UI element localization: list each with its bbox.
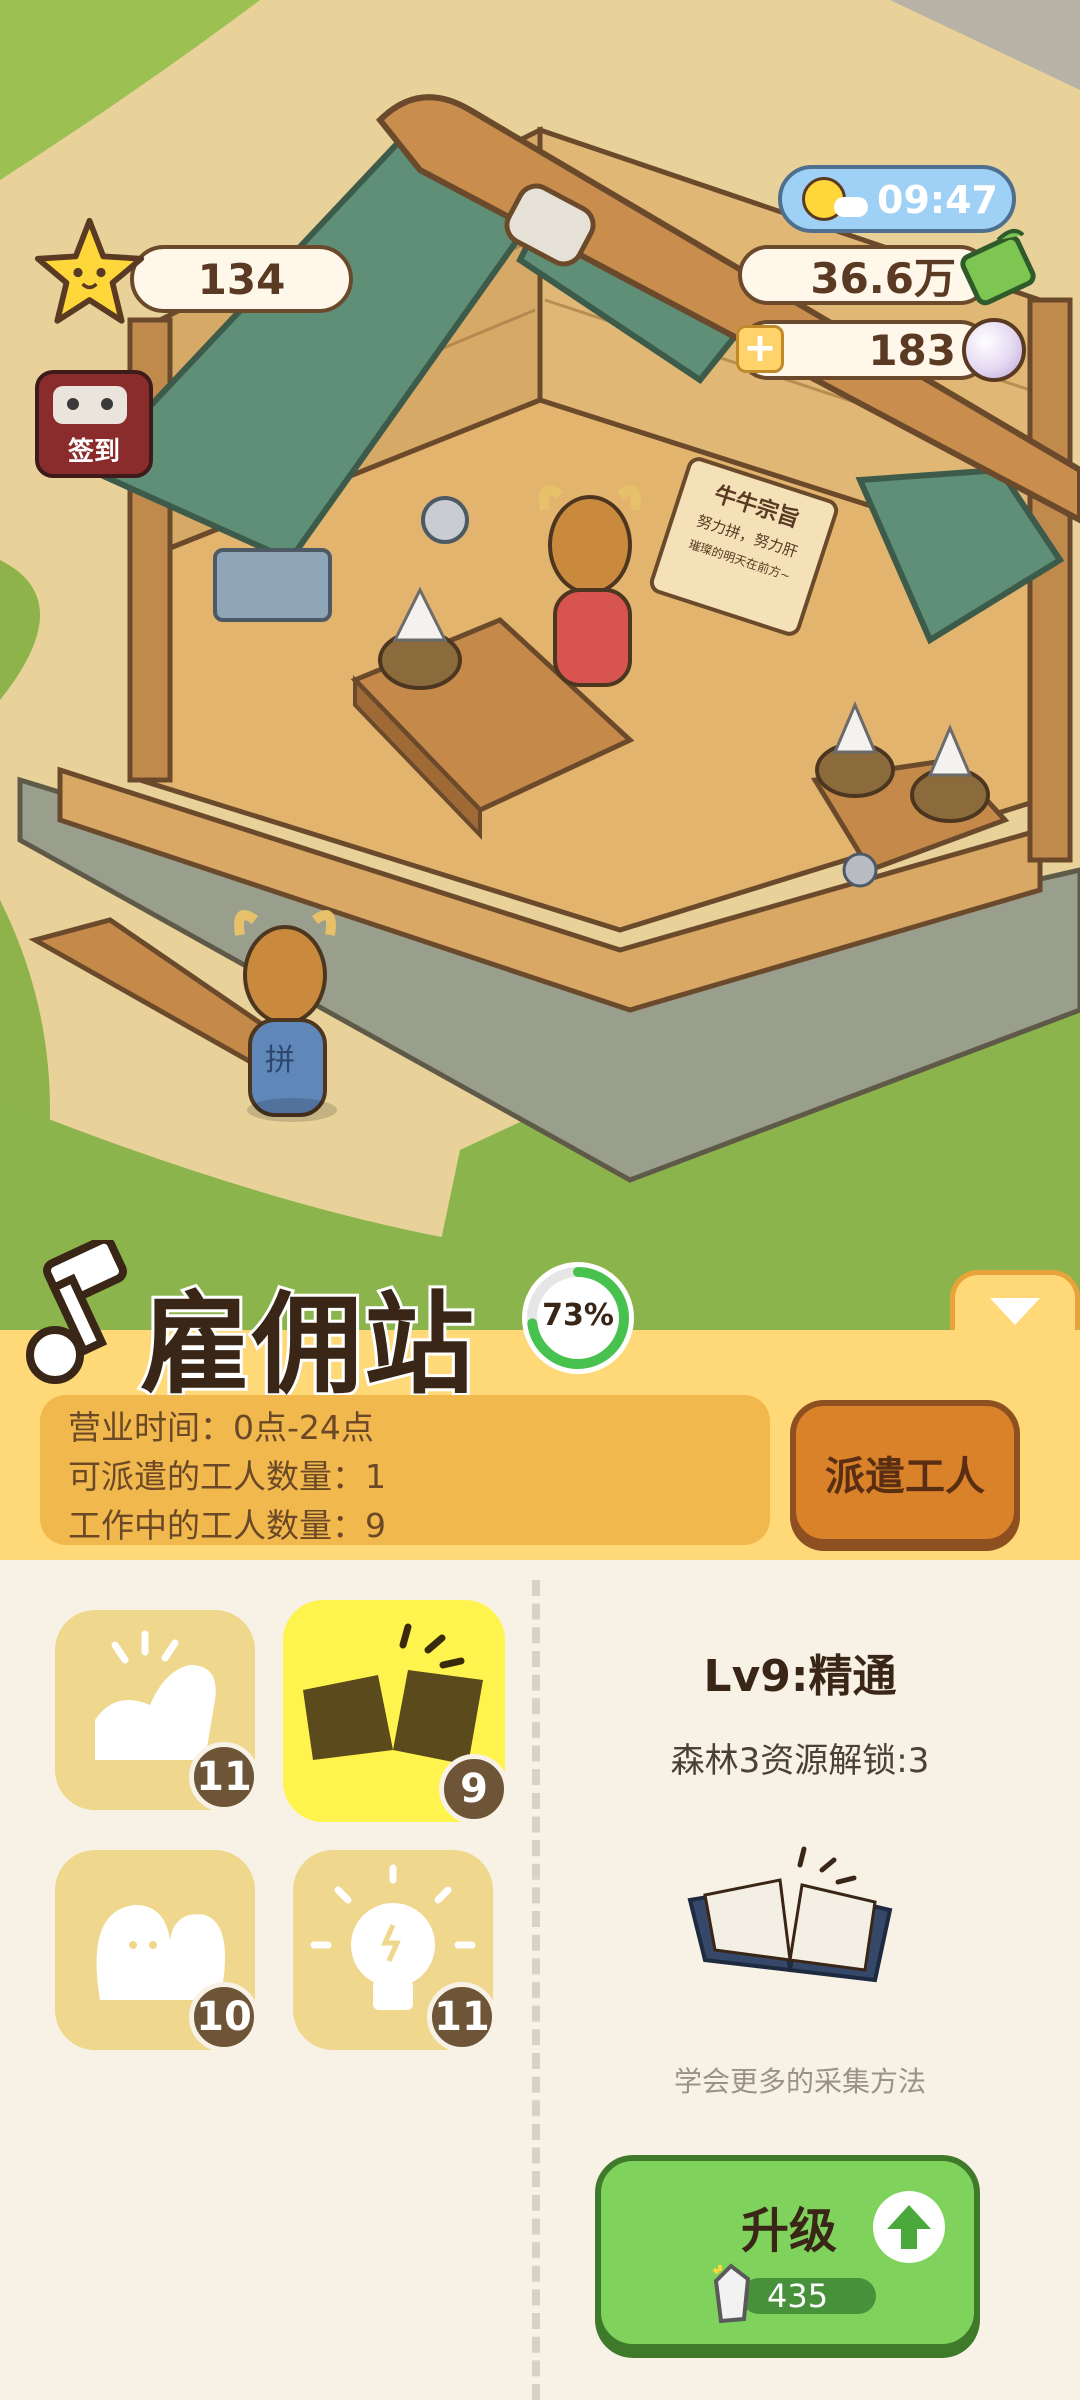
skill-social[interactable]: 10 (55, 1850, 259, 2052)
skill-level: 9 (460, 1766, 488, 1812)
upgrade-button[interactable]: 升级 435 (595, 2155, 980, 2350)
upgrade-cost: 435 (767, 2277, 829, 2315)
skill-strength[interactable]: 11 (55, 1610, 259, 1812)
hammer-key-icon (20, 1235, 140, 1390)
skill-level-badge: 11 (427, 1982, 497, 2052)
dispatch-label: 派遣工人 (825, 1453, 985, 1500)
crystal-icon (706, 2261, 756, 2326)
skill-idea[interactable]: 11 (293, 1850, 497, 2052)
cloud-icon (834, 197, 868, 217)
time-display: 09:47 (778, 165, 1016, 233)
upgrade-label: 升级 (741, 2203, 838, 2259)
cost-pill: 435 (741, 2278, 876, 2314)
checkin-label: 签到 (67, 437, 120, 467)
chevron-down-icon (990, 1298, 1040, 1325)
skill-level: 11 (434, 1994, 490, 2040)
pearl-amount: 183 (868, 325, 956, 375)
skill-level: 11 (196, 1754, 252, 1800)
star-counter: 134 (130, 245, 353, 313)
pearl-icon (962, 318, 1026, 382)
skill-level-badge: 11 (189, 1742, 259, 1812)
checkin-button[interactable]: 签到 (35, 370, 153, 478)
game-time: 09:47 (877, 178, 998, 222)
skill-level-title: Lv9:精通 (703, 1651, 897, 1702)
plus-icon: + (743, 325, 777, 371)
info-available-workers: 可派遣的工人数量：1 (68, 1457, 386, 1496)
calendar-icon (53, 386, 127, 424)
skill-level: 10 (196, 1994, 252, 2040)
skill-level-badge: 9 (439, 1754, 509, 1824)
info-hours: 营业时间：0点-24点 (68, 1408, 374, 1447)
skill-description: 学会更多的采集方法 (673, 2065, 926, 2098)
up-arrow-icon (873, 2191, 945, 2263)
add-pearl-button[interactable]: + (736, 325, 784, 373)
dispatch-workers-button[interactable]: 派遣工人 (790, 1400, 1020, 1545)
station-info: 营业时间：0点-24点 可派遣的工人数量：1 工作中的工人数量：9 (40, 1395, 770, 1545)
skill-knowledge[interactable]: 9 (283, 1600, 509, 1824)
skill-level-badge: 10 (189, 1982, 259, 2052)
worker-outside[interactable] (235, 920, 340, 1120)
bamboo-money-icon (958, 225, 1038, 315)
panel-divider (532, 1580, 540, 2400)
money-amount: 36.6万 (810, 253, 956, 303)
station-title: 雇佣站 (137, 1278, 477, 1412)
star-count: 134 (197, 254, 286, 304)
skill-unlock-text: 森林3资源解锁:3 (670, 1741, 930, 1781)
worker-inside[interactable] (540, 495, 645, 705)
info-working-workers: 工作中的工人数量：9 (68, 1506, 386, 1545)
station-progress-ring: 73% (518, 1258, 638, 1378)
money-counter: 36.6万 (738, 245, 990, 305)
star-icon (32, 215, 147, 330)
open-book-icon (680, 1840, 900, 1990)
progress-label: 73% (542, 1298, 614, 1333)
